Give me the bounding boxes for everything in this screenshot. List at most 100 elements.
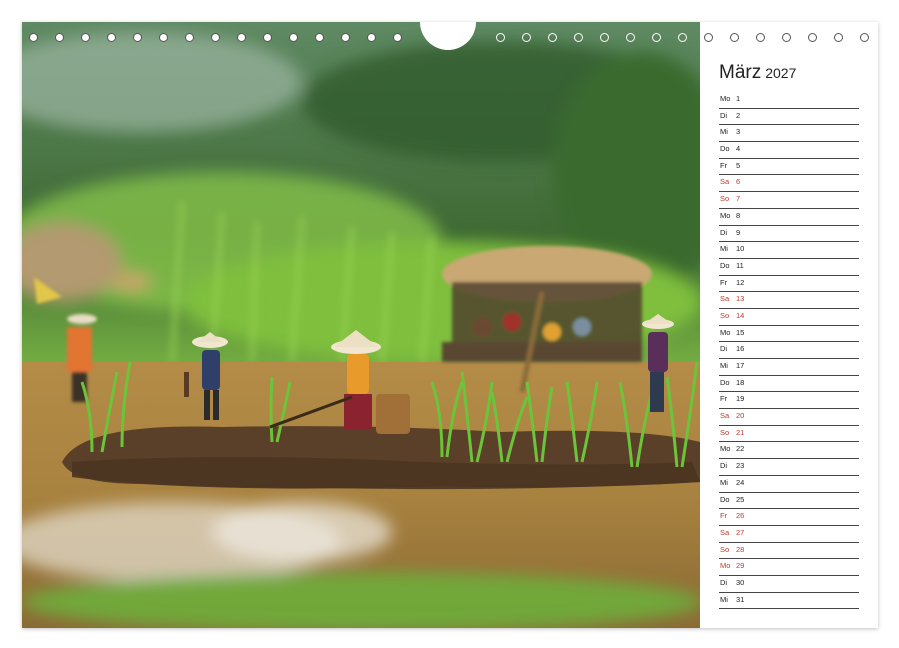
day-row: Do 25 — [719, 493, 859, 510]
day-row: Mo 1 — [719, 92, 859, 109]
day-row: Mi 3 — [719, 125, 859, 143]
weekday-label: Mi — [720, 594, 728, 604]
rice-field-photo — [22, 22, 700, 628]
binding-ring — [341, 33, 350, 42]
day-number: 28 — [736, 544, 745, 554]
day-number: 5 — [736, 160, 741, 170]
day-number: 14 — [736, 310, 745, 320]
binding-ring — [55, 33, 64, 42]
day-row: Mi 17 — [719, 359, 859, 376]
day-row: Fr 12 — [719, 276, 859, 293]
binding-ring — [315, 33, 324, 42]
day-row: Mi 24 — [719, 476, 859, 493]
weekday-label: Di — [720, 461, 728, 471]
weekday-label: Di — [720, 344, 728, 354]
day-row: So 21 — [719, 426, 859, 443]
day-number: 7 — [736, 194, 741, 204]
binding-ring — [81, 33, 90, 42]
weekday-label: Di — [720, 577, 728, 587]
day-number: 25 — [736, 494, 745, 504]
day-row: Mo 29 — [719, 559, 859, 576]
binding-ring — [756, 33, 765, 42]
day-row: So 28 — [719, 543, 859, 560]
weekday-label: Fr — [720, 160, 728, 170]
weekday-label: Do — [720, 260, 730, 270]
weekday-label: Do — [720, 494, 730, 504]
day-row: Do 4 — [719, 142, 859, 159]
day-row: Fr 26 — [719, 509, 859, 526]
day-number: 3 — [736, 127, 741, 137]
binding-ring — [548, 33, 557, 42]
day-number: 9 — [736, 227, 741, 237]
day-number: 23 — [736, 461, 745, 471]
day-number: 8 — [736, 210, 741, 220]
weekday-label: Mo — [720, 210, 731, 220]
binding-ring — [782, 33, 791, 42]
binding-ring — [211, 33, 220, 42]
binding-ring — [393, 33, 402, 42]
weekday-label: Di — [720, 227, 728, 237]
weekday-label: Mi — [720, 244, 728, 254]
binding-ring — [107, 33, 116, 42]
day-row: Mi 10 — [719, 242, 859, 259]
day-number: 24 — [736, 477, 745, 487]
day-number: 31 — [736, 594, 745, 604]
binding-ring — [652, 33, 661, 42]
weekday-label: So — [720, 194, 730, 204]
weekday-label: Di — [720, 110, 728, 120]
binding-ring — [574, 33, 583, 42]
weekday-label: Mi — [720, 361, 728, 370]
day-row: Sa 13 — [719, 292, 859, 309]
weekday-label: Fr — [720, 277, 728, 287]
day-row: Do 11 — [719, 259, 859, 276]
day-row: Di 30 — [719, 576, 859, 593]
day-number: 10 — [736, 244, 745, 254]
day-number: 1 — [736, 94, 741, 103]
day-row: Mo 15 — [719, 326, 859, 343]
day-row: Sa 27 — [719, 526, 859, 543]
weekday-label: Sa — [720, 177, 730, 187]
calendar-panel: März 2027 Mo 1 Di 2 Mi 3 Do 4 Fr 5 Sa 6 So 7 Mo 8 Di 9 Mi 10… — [700, 22, 878, 628]
day-row: So 7 — [719, 192, 859, 209]
day-number: 27 — [736, 527, 745, 537]
day-row: Sa 6 — [719, 175, 859, 193]
weekday-label: So — [720, 544, 730, 554]
binding-ring — [133, 33, 142, 42]
day-row: Di 2 — [719, 109, 859, 126]
day-row: So 14 — [719, 309, 859, 326]
weekday-label: Do — [720, 377, 730, 387]
weekday-label: Mo — [720, 444, 731, 454]
day-number: 11 — [736, 260, 744, 270]
day-row: Sa 20 — [719, 409, 859, 426]
day-number: 17 — [736, 361, 745, 370]
weekday-label: So — [720, 427, 730, 437]
weekday-label: Mo — [720, 561, 731, 571]
weekday-label: Do — [720, 144, 730, 154]
weekday-label: Sa — [720, 527, 730, 537]
binding-ring — [289, 33, 298, 42]
day-number: 2 — [736, 110, 741, 120]
day-row: Mo 22 — [719, 442, 859, 460]
weekday-label: Sa — [720, 294, 730, 304]
binding-ring — [600, 33, 609, 42]
binding-ring — [808, 33, 817, 42]
day-row: Fr 19 — [719, 392, 859, 410]
day-number: 29 — [736, 561, 745, 571]
day-row: Mo 8 — [719, 209, 859, 226]
year: 2027 — [765, 65, 797, 81]
day-number: 20 — [736, 411, 745, 421]
binding-ring — [29, 33, 38, 42]
day-list: Mo 1 Di 2 Mi 3 Do 4 Fr 5 Sa 6 So 7 Mo 8 Di 9 Mi 10 Do 11 Fr 12 S… — [719, 92, 859, 610]
binding-ring — [834, 33, 843, 42]
binding-ring — [704, 33, 713, 42]
day-row: Di 16 — [719, 342, 859, 359]
day-row: Di 9 — [719, 226, 859, 243]
binding-ring — [367, 33, 376, 42]
binding-ring — [263, 33, 272, 42]
binding-ring — [496, 33, 505, 42]
day-number: 26 — [736, 511, 745, 521]
day-number: 13 — [736, 294, 745, 304]
day-number: 19 — [736, 394, 745, 404]
weekday-label: Fr — [720, 394, 728, 404]
day-number: 18 — [736, 377, 745, 387]
